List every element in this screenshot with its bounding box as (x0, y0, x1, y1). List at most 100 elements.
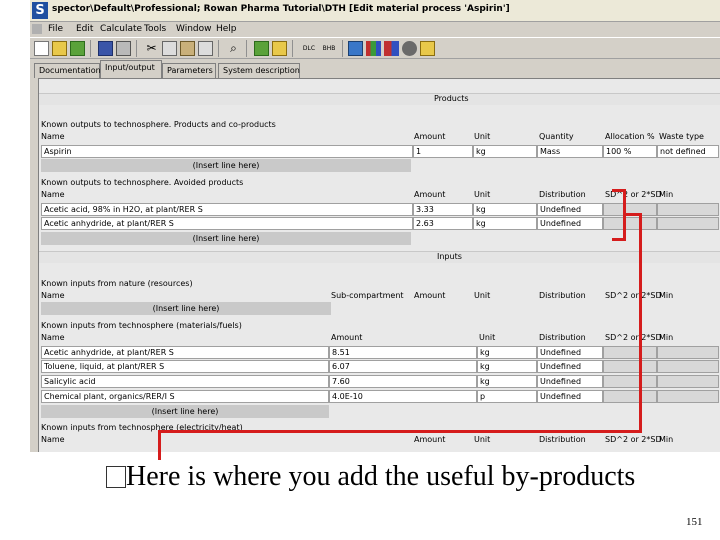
elec-col-distribution: Distribution (539, 435, 586, 444)
insert-line-avoided[interactable]: (Insert line here) (41, 232, 411, 245)
bhb-button[interactable]: BHB (320, 41, 338, 56)
techno-col-amount: Amount (331, 333, 363, 342)
products-header-label: Products (434, 94, 469, 103)
menu-tools[interactable]: Tools (144, 24, 166, 34)
techno-sd-cell[interactable] (603, 346, 657, 359)
avoided-unit-cell[interactable]: kg (473, 203, 537, 216)
app-logo-icon: S (32, 2, 48, 19)
nature-col-distribution: Distribution (539, 291, 586, 300)
col-unit: Unit (474, 132, 491, 141)
toolbar: ✂ ⌕ DLC BHB (30, 37, 720, 59)
open-icon[interactable] (52, 41, 67, 56)
avoided-min-cell[interactable] (657, 203, 719, 216)
menu-file[interactable]: File (48, 24, 63, 34)
caption-text: Here is where you add the useful by-prod… (126, 461, 636, 492)
techno-unit-cell[interactable]: p (477, 390, 537, 403)
avoided-col-unit: Unit (474, 190, 491, 199)
menu-help[interactable]: Help (216, 24, 237, 34)
import-icon[interactable] (70, 41, 85, 56)
compare-chart-icon[interactable] (384, 41, 399, 56)
elec-col-amount: Amount (414, 435, 446, 444)
product-waste-cell[interactable]: not defined (657, 145, 719, 158)
product-unit-cell[interactable]: kg (473, 145, 537, 158)
menu-window[interactable]: Window (176, 24, 212, 34)
techno-min-cell[interactable] (657, 360, 719, 373)
tab-input-output[interactable]: Input/output (100, 60, 162, 78)
product-quantity-cell[interactable]: Mass (537, 145, 603, 158)
nature-col-subcompartment: Sub-compartment (331, 291, 404, 300)
techno-dist-cell[interactable]: Undefined (537, 346, 603, 359)
techno-sd-cell[interactable] (603, 390, 657, 403)
techno-min-cell[interactable] (657, 346, 719, 359)
nature-inputs-title: Known inputs from nature (resources) (41, 279, 193, 288)
document-icon[interactable] (32, 24, 42, 34)
tab-strip: Documentation Input/output Parameters Sy… (30, 60, 720, 78)
techno-name-cell[interactable]: Salicylic acid (41, 375, 329, 388)
techno-min-cell[interactable] (657, 375, 719, 388)
techno-sd-cell[interactable] (603, 360, 657, 373)
techno-amount-cell[interactable]: 4.0E-10 (329, 390, 477, 403)
folder-open-icon[interactable] (420, 41, 435, 56)
techno-dist-cell[interactable]: Undefined (537, 390, 603, 403)
cut-icon[interactable]: ✂ (144, 41, 159, 56)
insert-line-products[interactable]: (Insert line here) (41, 159, 411, 172)
folder-icon[interactable] (272, 41, 287, 56)
techno-name-cell[interactable]: Acetic anhydride, at plant/RER S (41, 346, 329, 359)
techno-sd-cell[interactable] (603, 375, 657, 388)
avoided-name-cell[interactable]: Acetic anhydride, at plant/RER S (41, 217, 413, 230)
globe-icon[interactable] (402, 41, 417, 56)
avoided-dist-cell[interactable]: Undefined (537, 217, 603, 230)
product-amount-cell[interactable]: 1 (413, 145, 473, 158)
techno-min-cell[interactable] (657, 390, 719, 403)
search-icon[interactable]: ⌕ (226, 41, 241, 56)
insert-line-nature[interactable]: (Insert line here) (41, 302, 331, 315)
techno-dist-cell[interactable]: Undefined (537, 375, 603, 388)
nature-col-name: Name (41, 291, 65, 300)
techno-amount-cell[interactable]: 8.51 (329, 346, 477, 359)
title-bar: S spector\Default\Professional; Rowan Ph… (30, 0, 720, 22)
product-name-cell[interactable]: Aspirin (41, 145, 413, 158)
avoided-name-cell[interactable]: Acetic acid, 98% in H2O, at plant/RER S (41, 203, 413, 216)
dlc-button[interactable]: DLC (300, 41, 318, 56)
techno-name-cell[interactable]: Toluene, liquid, at plant/RER S (41, 360, 329, 373)
insert-line-techno[interactable]: (Insert line here) (41, 405, 329, 418)
print-icon[interactable] (116, 41, 131, 56)
techno-unit-cell[interactable]: kg (477, 360, 537, 373)
techno-unit-cell[interactable]: kg (477, 346, 537, 359)
avoided-unit-cell[interactable]: kg (473, 217, 537, 230)
avoided-col-name: Name (41, 190, 65, 199)
avoided-amount-cell[interactable]: 2.63 (413, 217, 473, 230)
techno-dist-cell[interactable]: Undefined (537, 360, 603, 373)
check-icon[interactable] (254, 41, 269, 56)
elec-col-min: Min (659, 435, 674, 444)
tab-parameters[interactable]: Parameters (162, 63, 216, 78)
techno-amount-cell[interactable]: 6.07 (329, 360, 477, 373)
techno-name-cell[interactable]: Chemical plant, organics/RER/I S (41, 390, 329, 403)
techno-amount-cell[interactable]: 7.60 (329, 375, 477, 388)
paste-icon[interactable] (180, 41, 195, 56)
bar-chart-icon[interactable] (366, 41, 381, 56)
elec-col-name: Name (41, 435, 65, 444)
avoided-dist-cell[interactable]: Undefined (537, 203, 603, 216)
menu-calculate[interactable]: Calculate (100, 24, 142, 34)
network-icon[interactable] (348, 41, 363, 56)
avoided-amount-cell[interactable]: 3.33 (413, 203, 473, 216)
techno-unit-cell[interactable]: kg (477, 375, 537, 388)
product-allocation-cell[interactable]: 100 % (603, 145, 657, 158)
col-waste-type: Waste type (659, 132, 704, 141)
duplicate-icon[interactable] (198, 41, 213, 56)
toolbar-separator (136, 40, 137, 57)
techno-col-min: Min (659, 333, 674, 342)
inputs-header: Inputs (39, 251, 720, 263)
window-title: spector\Default\Professional; Rowan Phar… (52, 4, 510, 14)
avoided-min-cell[interactable] (657, 217, 719, 230)
new-icon[interactable] (34, 41, 49, 56)
menu-edit[interactable]: Edit (76, 24, 93, 34)
toolbar-separator (218, 40, 219, 57)
save-icon[interactable] (98, 41, 113, 56)
elec-col-unit: Unit (474, 435, 491, 444)
known-outputs-title: Known outputs to technosphere. Products … (41, 120, 276, 129)
tab-documentation[interactable]: Documentation (34, 63, 101, 78)
tab-system-description[interactable]: System description (218, 63, 300, 78)
copy-icon[interactable] (162, 41, 177, 56)
